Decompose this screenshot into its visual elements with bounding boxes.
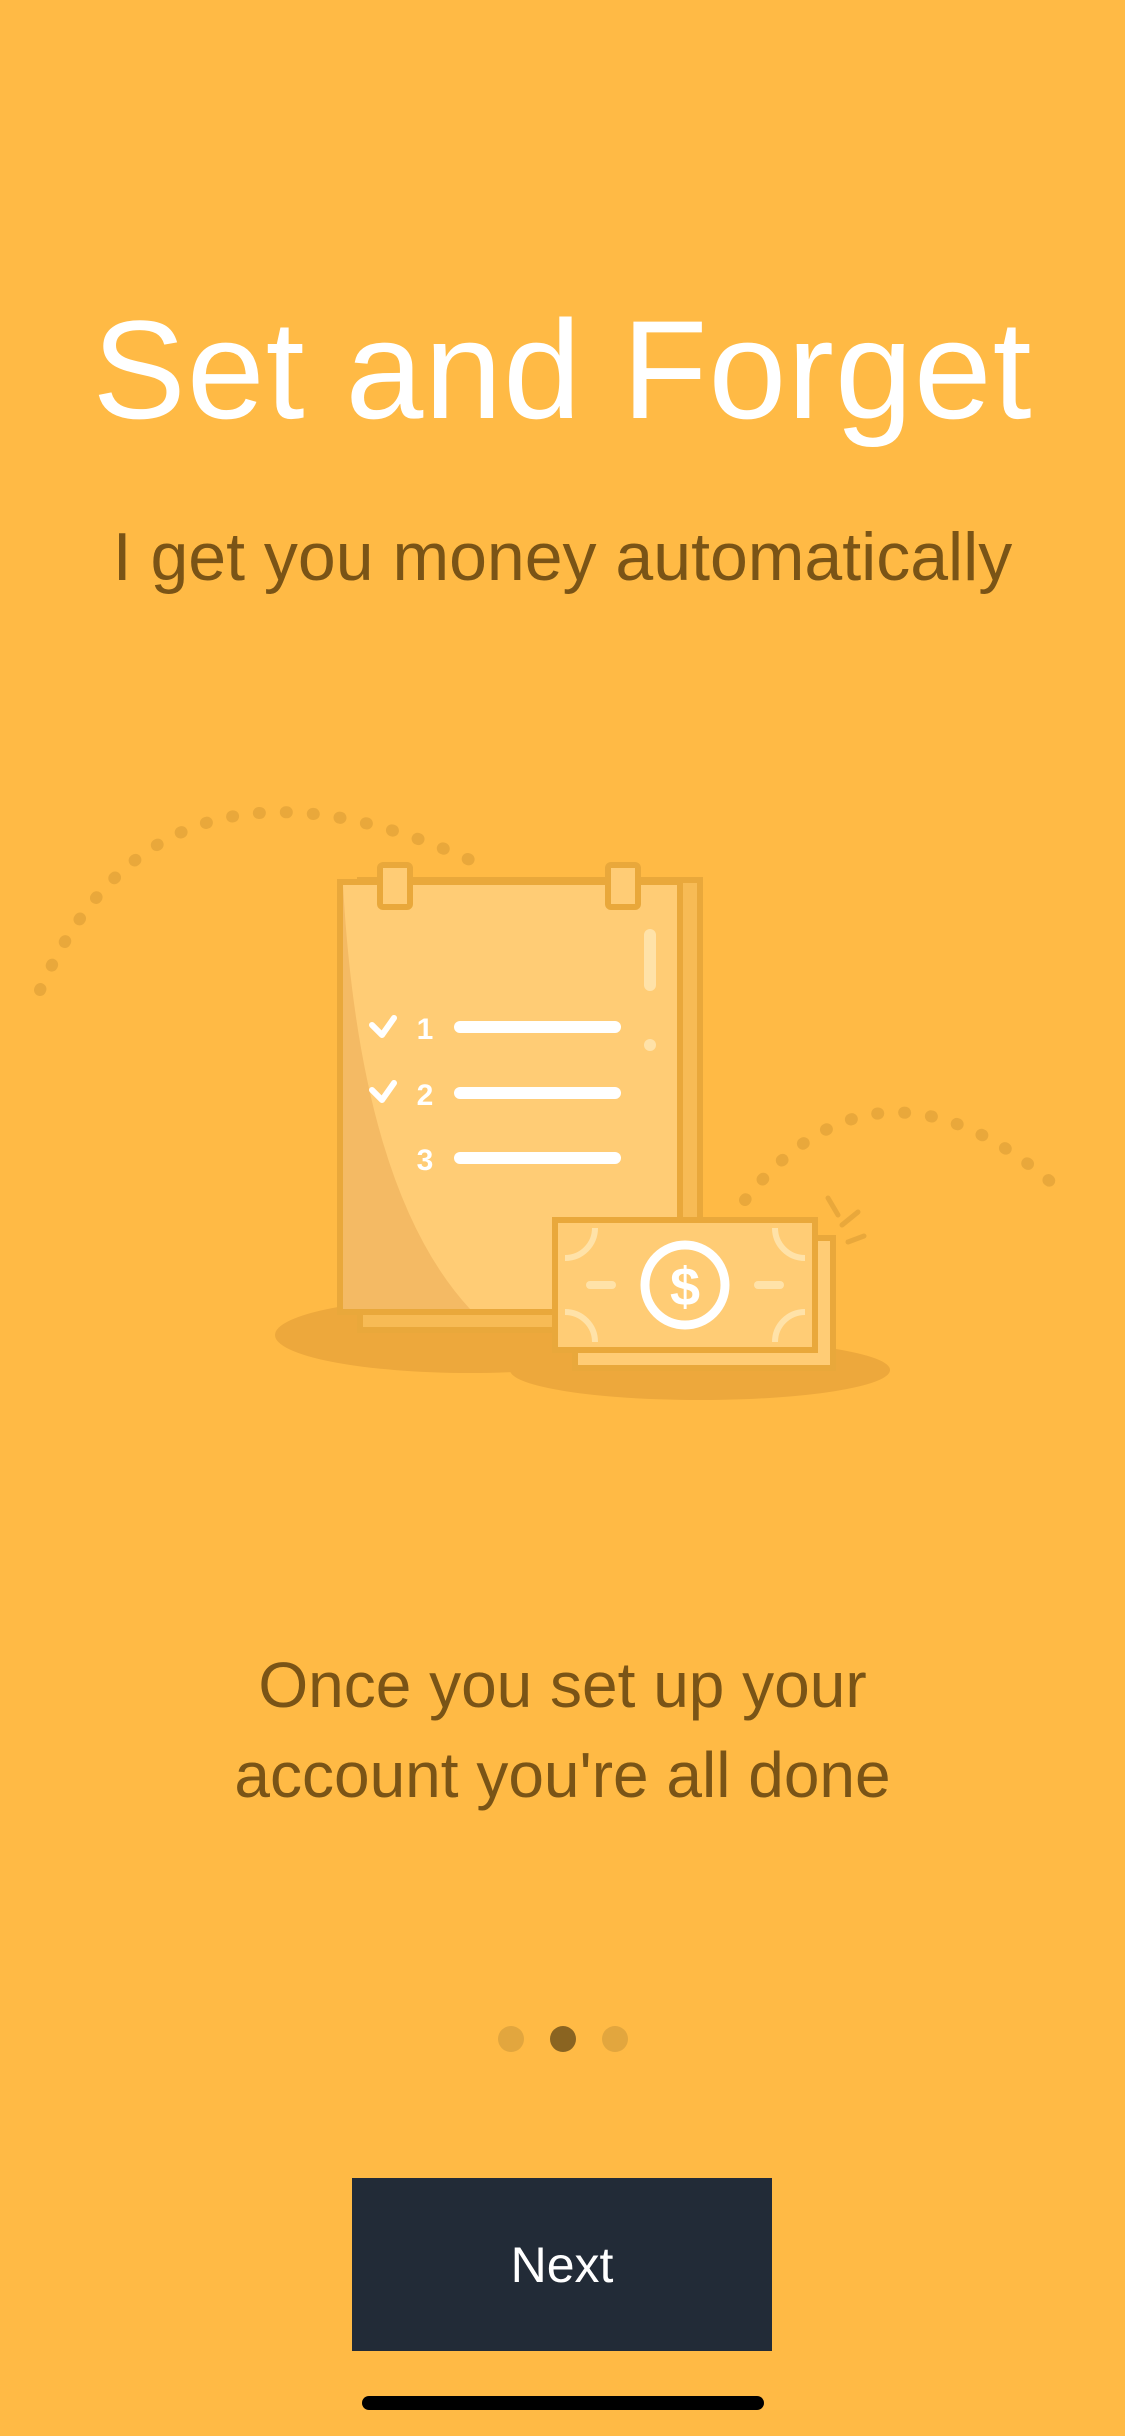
next-button[interactable]: Next: [352, 2178, 772, 2351]
checklist-number: 3: [417, 1144, 434, 1177]
checklist-number: 2: [417, 1079, 434, 1112]
home-indicator[interactable]: [362, 2396, 764, 2410]
page-indicator: [0, 2026, 1125, 2052]
page-dot: [601, 2026, 628, 2052]
page-dot: [497, 2026, 524, 2052]
page-dot-active: [549, 2026, 576, 2052]
page-subtitle: I get you money automatically: [112, 519, 1013, 595]
clipboard-clip-right: [605, 862, 641, 910]
checklist-money-illustration: 1 2 3 $: [34, 806, 1066, 1400]
clipboard-highlight-dot: [644, 1039, 656, 1051]
description-line: account you're all done: [234, 1739, 891, 1811]
sparkle-mark: [825, 1195, 841, 1218]
checklist-number: 1: [417, 1013, 434, 1046]
sparkle-mark: [839, 1209, 861, 1228]
description: Once you set up your account you're all …: [160, 1640, 965, 1820]
page-title: Set and Forget: [92, 291, 1033, 448]
clipboard-clip-left: [377, 862, 413, 910]
onboarding-screen: Set and Forget I get you money automatic…: [0, 0, 1125, 2436]
sparkle-mark: [845, 1233, 867, 1245]
description-line: Once you set up your: [258, 1649, 867, 1721]
dotted-arc-right: [739, 1106, 1066, 1206]
dollar-sign-icon: $: [670, 1257, 700, 1317]
